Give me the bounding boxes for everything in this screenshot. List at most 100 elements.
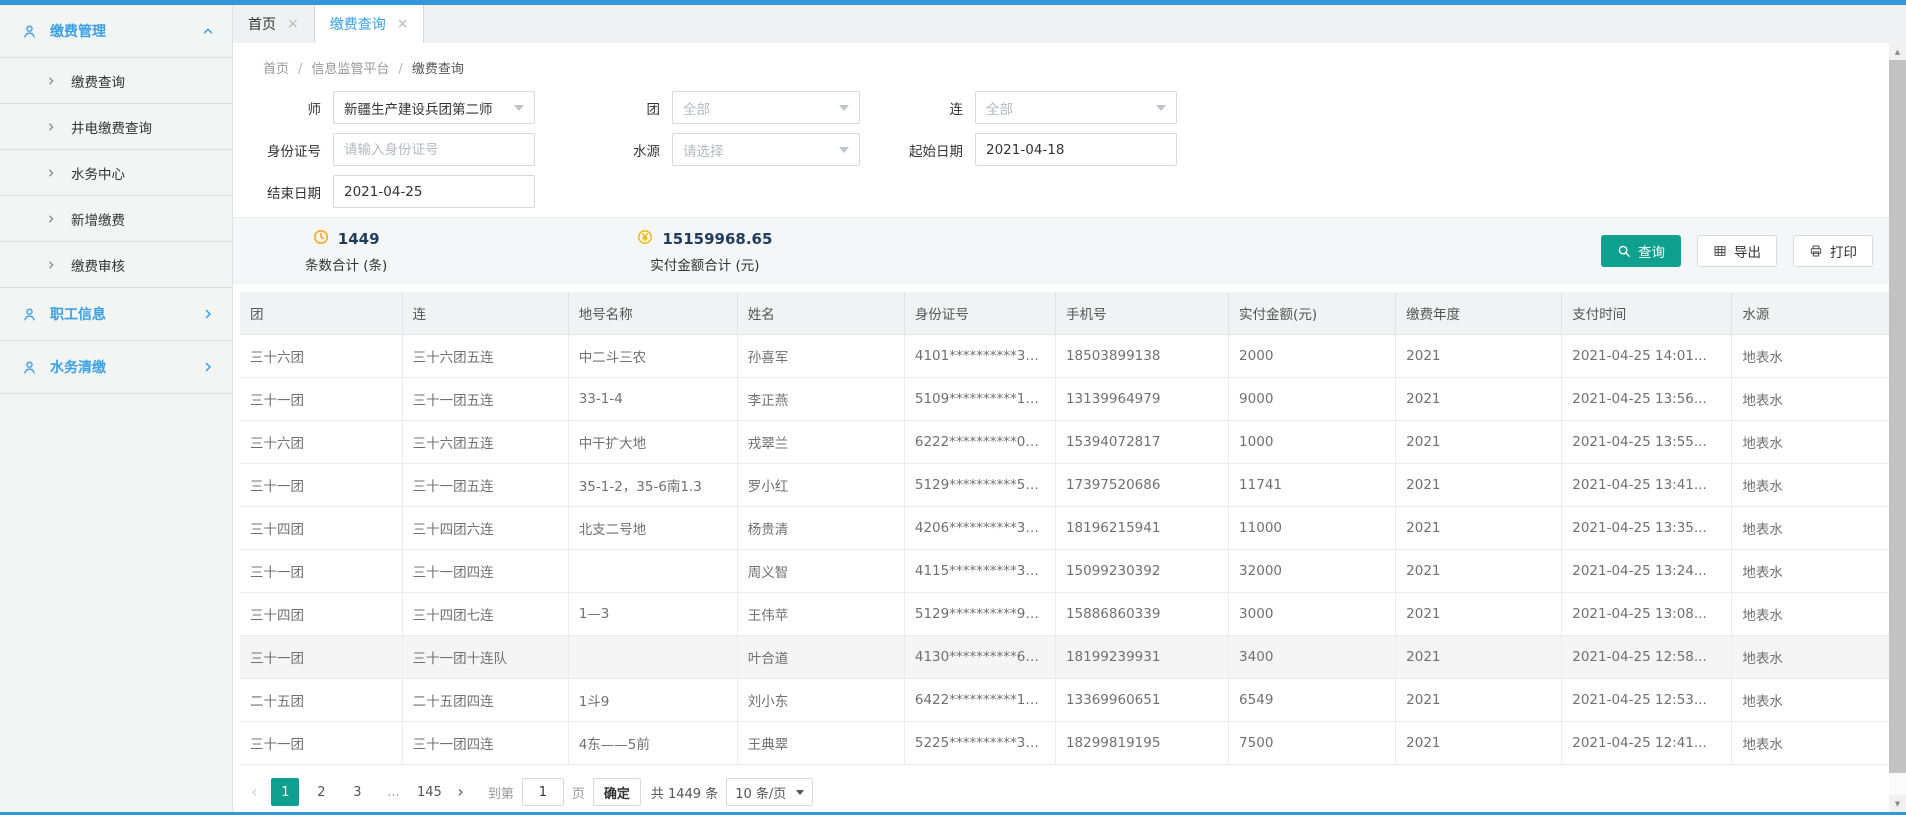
- sidebar-group-payment-management[interactable]: 缴费管理: [0, 5, 232, 58]
- export-button[interactable]: 导出: [1697, 235, 1777, 267]
- cell-paid-amount: 7500: [1229, 722, 1396, 765]
- tab-payment-query[interactable]: 缴费查询×: [315, 5, 425, 43]
- table-row[interactable]: 三十一团三十一团四连周义智4115**********3319150992303…: [240, 550, 1889, 593]
- page-button-3[interactable]: 3: [343, 778, 371, 806]
- query-button[interactable]: 查询: [1601, 235, 1681, 267]
- cell-id-number: 5225**********3928: [904, 722, 1055, 765]
- page-button-145[interactable]: 145: [415, 778, 443, 806]
- column-header-id-number: 身份证号: [904, 292, 1055, 335]
- cell-name: 罗小红: [737, 464, 904, 507]
- prev-page-button[interactable]: ‹: [245, 784, 263, 800]
- table-row[interactable]: 三十六团三十六团五连中二斗三农孙喜军4101**********325X1850…: [240, 335, 1889, 378]
- close-icon[interactable]: ×: [287, 17, 299, 31]
- cell-id-number: 4130**********6718: [904, 636, 1055, 679]
- page-word: 页: [572, 783, 585, 802]
- cell-plot-name: 33-1-4: [568, 378, 737, 421]
- breadcrumb-item[interactable]: 首页: [263, 62, 289, 77]
- cell-lian: 三十一团四连: [402, 722, 568, 765]
- lian-select-value: 全部: [986, 98, 1013, 118]
- cell-plot-name: [568, 636, 737, 679]
- count-summary: 1449 条数合计 (条): [305, 229, 387, 274]
- breadcrumb-item[interactable]: 信息监管平台: [311, 62, 389, 77]
- page-button-1[interactable]: 1: [271, 778, 299, 806]
- table-row[interactable]: 三十四团三十四团六连北支二号地杨贵清4206**********30511819…: [240, 507, 1889, 550]
- table-row[interactable]: 三十一团三十一团十连队叶合道4130**********671818199239…: [240, 636, 1889, 679]
- breadcrumb: 首页/信息监管平台/缴费查询: [233, 43, 1889, 89]
- lian-select[interactable]: 全部: [975, 91, 1177, 124]
- table-row[interactable]: 三十一团三十一团四连4东——5前王典翠5225**********3928182…: [240, 722, 1889, 765]
- cell-name: 杨贵清: [737, 507, 904, 550]
- start-date-input[interactable]: [975, 133, 1177, 166]
- close-icon[interactable]: ×: [397, 17, 409, 31]
- cell-lian: 三十一团十连队: [402, 636, 568, 679]
- cell-payment-time: 2021-04-25 12:53...: [1562, 679, 1732, 722]
- table-row[interactable]: 二十五团二十五团四连1斗9刘小东6422**********1215133699…: [240, 679, 1889, 722]
- amount-label: 实付金额合计 (元): [637, 254, 772, 274]
- water-source-select[interactable]: 请选择: [672, 133, 860, 166]
- content-area: 首页/信息监管平台/缴费查询 师 新疆生产建设兵团第二师 团 全部: [233, 43, 1889, 812]
- sidebar-item-label: 新增缴费: [71, 209, 125, 229]
- table-row[interactable]: 三十一团三十一团五连35-1-2，35-6南1.3罗小红5129********…: [240, 464, 1889, 507]
- sidebar-item-label: 缴费审核: [71, 255, 125, 275]
- lian-label: 连: [860, 98, 975, 118]
- cell-paid-amount: 1000: [1229, 421, 1396, 464]
- shi-select[interactable]: 新疆生产建设兵团第二师: [333, 91, 535, 124]
- sidebar-item-new-payment[interactable]: 新增缴费: [0, 196, 232, 242]
- scroll-up-button[interactable]: ▲: [1889, 43, 1906, 60]
- printer-icon: [1809, 244, 1823, 258]
- print-button[interactable]: 打印: [1793, 235, 1873, 267]
- cell-phone: 18199239931: [1055, 636, 1228, 679]
- chevron-down-icon: [839, 147, 849, 153]
- scroll-down-button[interactable]: ▼: [1889, 795, 1906, 812]
- cell-name: 刘小东: [737, 679, 904, 722]
- cell-payment-year: 2021: [1396, 464, 1562, 507]
- cell-plot-name: 1斗9: [568, 679, 737, 722]
- column-header-plot-name: 地号名称: [568, 292, 737, 335]
- table-row[interactable]: 三十四团三十四团七连1—3王伟苹5129**********9140158868…: [240, 593, 1889, 636]
- sidebar-item-payment-audit[interactable]: 缴费审核: [0, 242, 232, 288]
- cell-phone: 17397520686: [1055, 464, 1228, 507]
- chevron-down-icon: [839, 105, 849, 111]
- page-size-select[interactable]: 10 条/页: [726, 778, 813, 806]
- chevron-down-icon: [796, 790, 804, 795]
- sidebar-item-water-center[interactable]: 水务中心: [0, 150, 232, 196]
- tab-home[interactable]: 首页×: [233, 5, 315, 43]
- chevron-right-icon: [46, 214, 56, 224]
- summary-bar: 1449 条数合计 (条) 15159968.65 实付金额合计 (元): [233, 217, 1889, 284]
- sidebar-group-water-clearance[interactable]: 水务清缴: [0, 341, 232, 394]
- action-buttons: 查询 导出 打印: [1601, 235, 1873, 267]
- cell-plot-name: 35-1-2，35-6南1.3: [568, 464, 737, 507]
- tuan-select[interactable]: 全部: [672, 91, 860, 124]
- search-icon: [1617, 244, 1631, 258]
- end-date-input[interactable]: [333, 175, 535, 208]
- confirm-page-button[interactable]: 确定: [593, 778, 641, 806]
- table-row[interactable]: 三十六团三十六团五连中干扩大地戎翠兰6222**********03201539…: [240, 421, 1889, 464]
- cell-tuan: 二十五团: [240, 679, 402, 722]
- cell-plot-name: 北支二号地: [568, 507, 737, 550]
- cell-water-source: 地表水: [1732, 550, 1889, 593]
- id-number-label: 身份证号: [233, 140, 333, 160]
- sidebar-item-label: 缴费查询: [71, 71, 125, 91]
- scrollbar-thumb[interactable]: [1889, 60, 1906, 773]
- goto-page-input[interactable]: [522, 778, 564, 806]
- sidebar-item-label: 井电缴费查询: [71, 117, 152, 137]
- scrollbar-track[interactable]: [1889, 60, 1906, 795]
- breadcrumb-item[interactable]: 缴费查询: [412, 62, 464, 77]
- cell-paid-amount: 2000: [1229, 335, 1396, 378]
- tuan-label: 团: [535, 98, 672, 118]
- table-row[interactable]: 三十一团三十一团五连33-1-4李正燕5109**********1516131…: [240, 378, 1889, 421]
- next-page-button[interactable]: ›: [451, 784, 469, 800]
- page-button-2[interactable]: 2: [307, 778, 335, 806]
- amount-value: 15159968.65: [662, 230, 772, 248]
- cell-phone: 15886860339: [1055, 593, 1228, 636]
- cell-water-source: 地表水: [1732, 593, 1889, 636]
- sidebar-item-well-electricity-payment-query[interactable]: 井电缴费查询: [0, 104, 232, 150]
- breadcrumb-separator: /: [298, 62, 302, 77]
- id-number-input[interactable]: [333, 133, 535, 166]
- sidebar-group-staff-info[interactable]: 职工信息: [0, 288, 232, 341]
- total-count: 共 1449 条: [651, 783, 718, 802]
- sidebar-item-payment-query[interactable]: 缴费查询: [0, 58, 232, 104]
- cell-water-source: 地表水: [1732, 679, 1889, 722]
- cell-lian: 三十六团五连: [402, 421, 568, 464]
- print-button-label: 打印: [1830, 241, 1857, 261]
